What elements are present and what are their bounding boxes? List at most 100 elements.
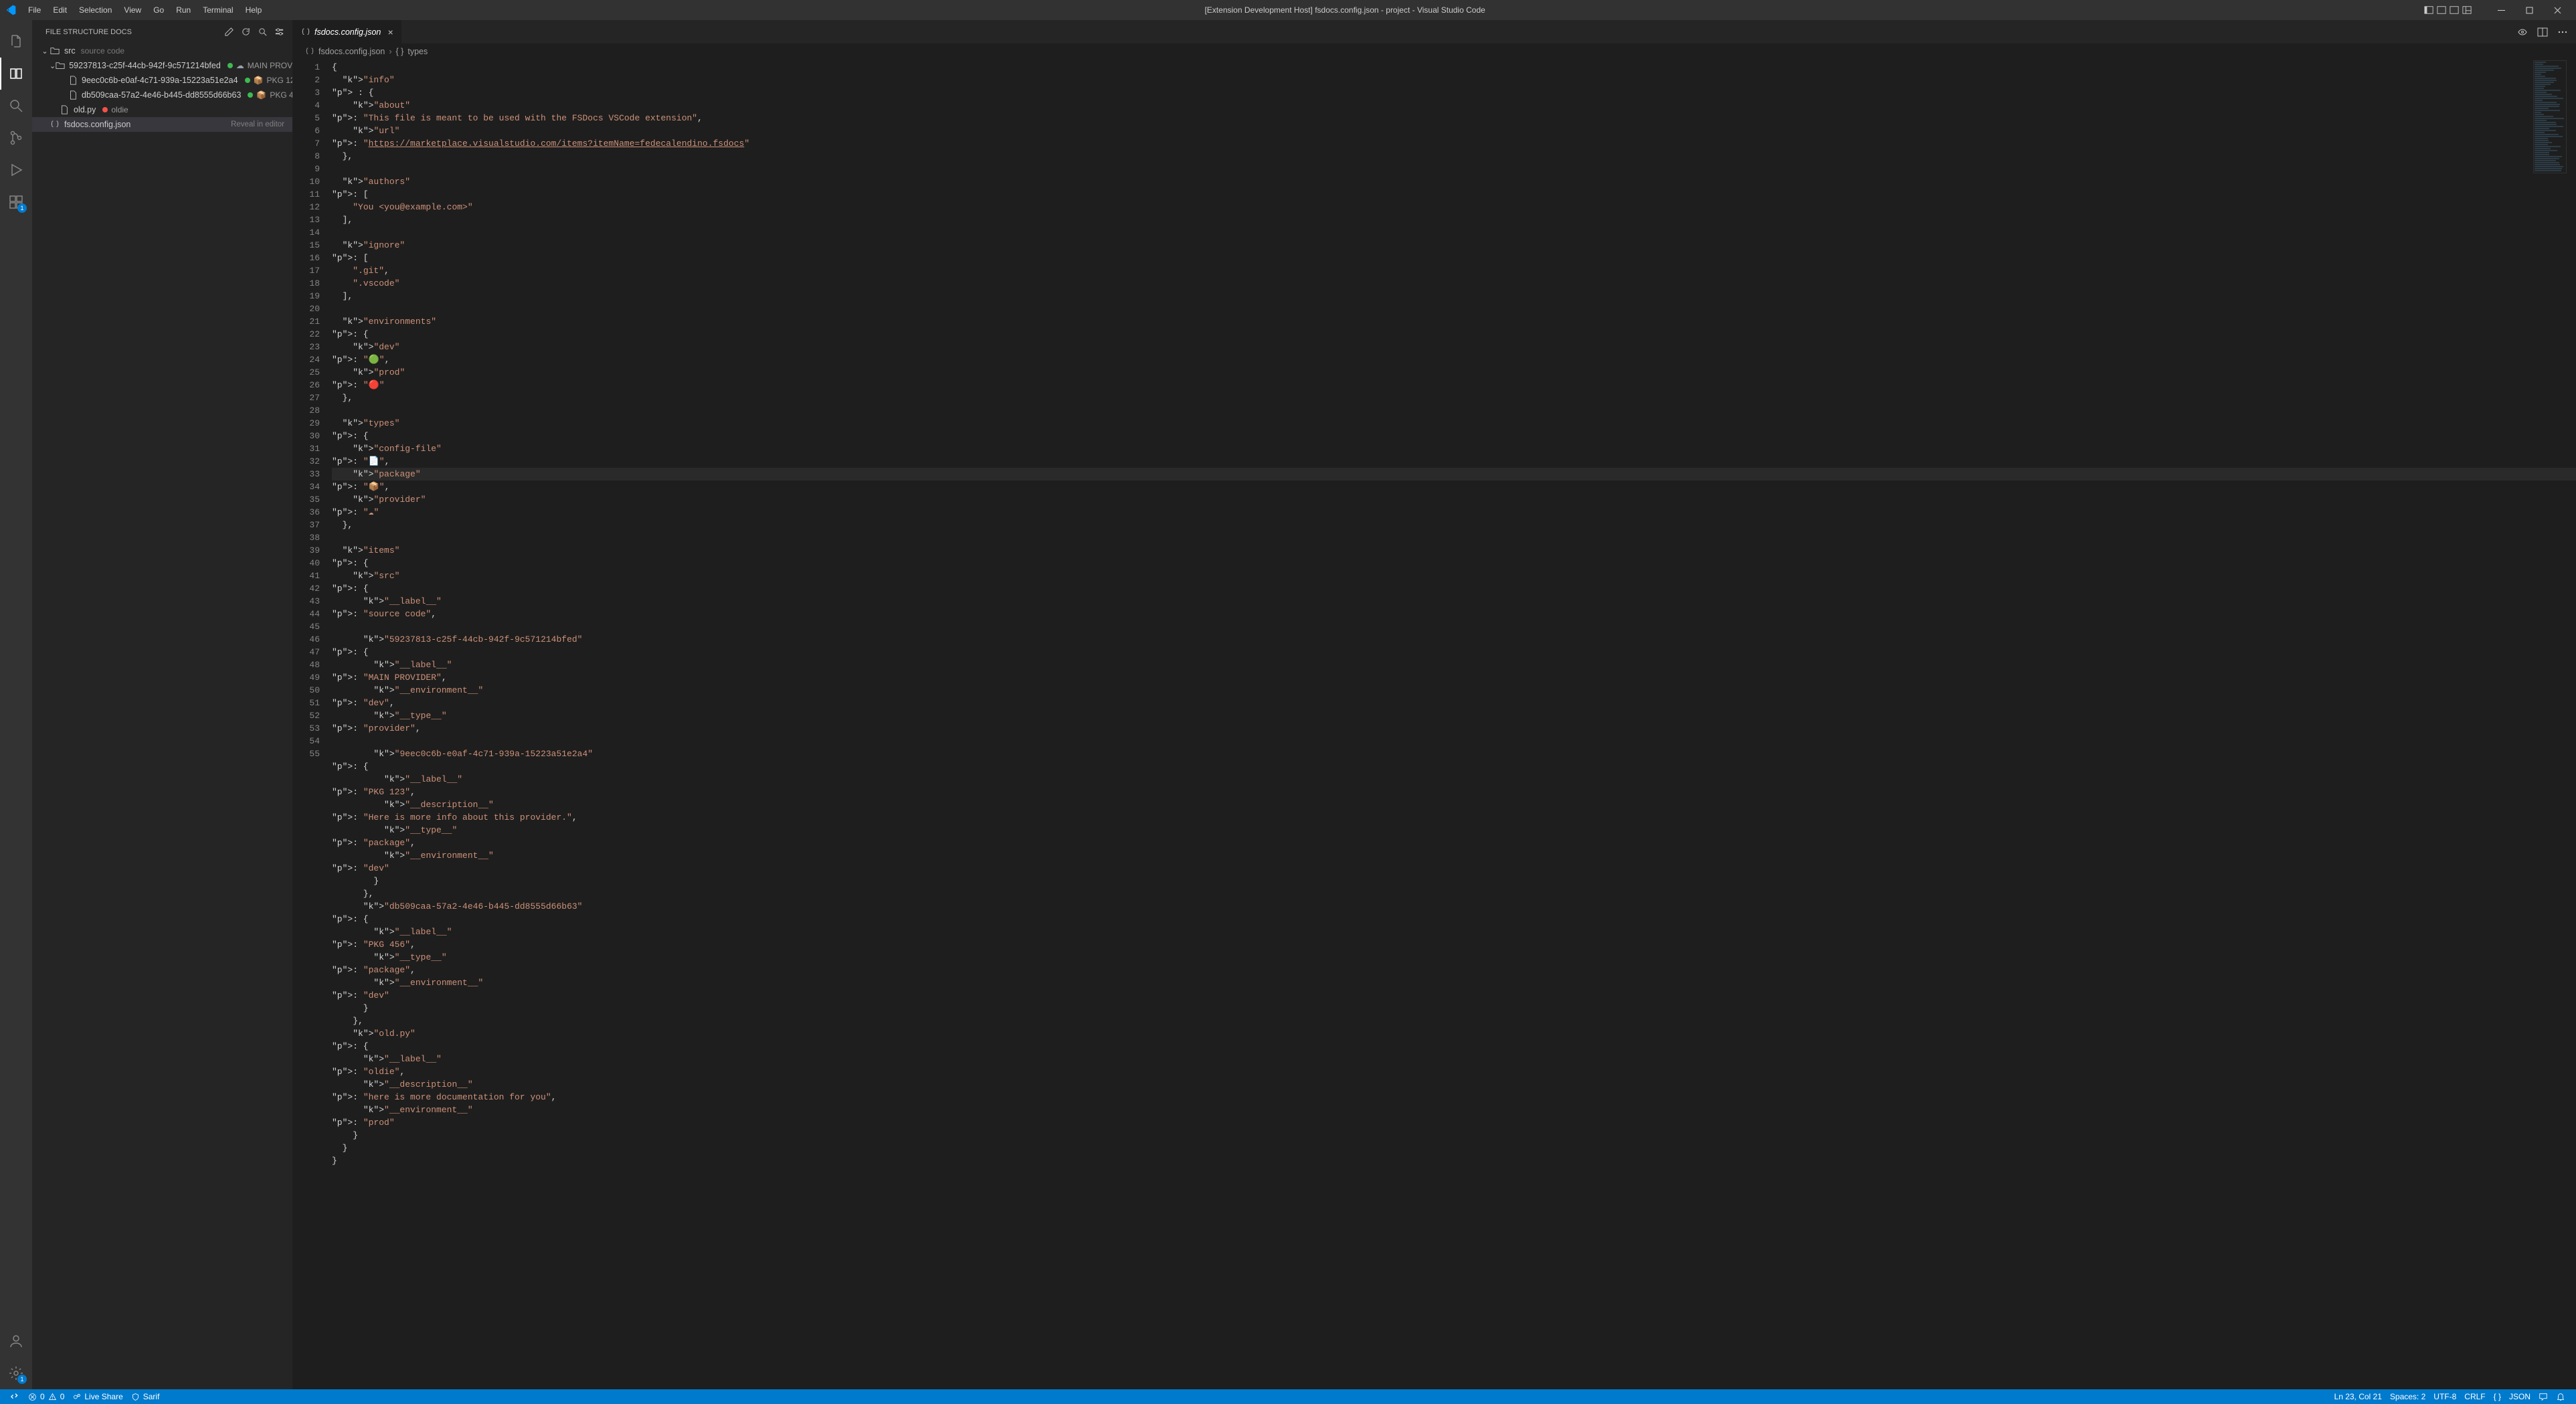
menu-edit[interactable]: Edit	[48, 3, 72, 17]
window-title: [Extension Development Host] fsdocs.conf…	[267, 5, 2423, 15]
status-eol[interactable]: CRLF	[2460, 1389, 2489, 1404]
tree-item-pkg456[interactable]: db509caa-57a2-4e46-b445-dd8555d66b63 📦 P…	[32, 88, 292, 102]
status-errors: 0	[40, 1392, 45, 1401]
tree-description: source code	[81, 46, 124, 56]
status-indent[interactable]: Spaces: 2	[2386, 1389, 2429, 1404]
status-language[interactable]: JSON	[2505, 1389, 2535, 1404]
tree-label: fsdocs.config.json	[64, 120, 130, 129]
line-gutter: 1234567891011121314151617181920212223242…	[293, 60, 332, 1389]
activity-manage[interactable]: 1	[0, 1357, 32, 1389]
tree-item-src[interactable]: ⌄ src source code	[32, 43, 292, 58]
env-dot-icon	[248, 92, 253, 98]
editor-area: fsdocs.config.json × fsdocs.config.json …	[293, 20, 2576, 1389]
tree-badge: 📦 PKG 456	[248, 90, 292, 100]
menu-go[interactable]: Go	[148, 3, 169, 17]
reveal-in-editor[interactable]: Reveal in editor	[231, 120, 284, 128]
badge-label: MAIN PROVIDER	[248, 61, 292, 70]
status-notifications-icon[interactable]	[2552, 1389, 2569, 1404]
activity-fsdocs[interactable]	[0, 58, 32, 90]
sidebar-settings-icon[interactable]	[274, 27, 284, 37]
toggle-panel-icon[interactable]	[2435, 4, 2448, 16]
status-problems[interactable]: 0 0	[24, 1389, 68, 1404]
menu-bar: File Edit Selection View Go Run Terminal…	[23, 3, 267, 17]
menu-file[interactable]: File	[23, 3, 46, 17]
file-icon	[68, 75, 78, 86]
tab-label: fsdocs.config.json	[314, 27, 381, 37]
file-tree: ⌄ src source code ⌄ 59237813-c25f-44cb-9…	[32, 43, 292, 1389]
file-icon	[59, 104, 70, 115]
env-dot-icon	[102, 107, 108, 112]
toggle-primary-sidebar-icon[interactable]	[2423, 4, 2435, 16]
more-icon[interactable]	[2557, 27, 2568, 37]
breadcrumb-file[interactable]: fsdocs.config.json	[318, 47, 385, 56]
activity-bar: 1 1	[0, 20, 32, 1389]
tree-label: old.py	[74, 105, 96, 114]
sidebar-refresh-icon[interactable]	[241, 27, 251, 37]
titlebar: File Edit Selection View Go Run Terminal…	[0, 0, 2576, 20]
sidebar-search-icon[interactable]	[258, 27, 268, 37]
status-cursor[interactable]: Ln 23, Col 21	[2330, 1389, 2386, 1404]
menu-view[interactable]: View	[118, 3, 147, 17]
tree-label: 59237813-c25f-44cb-942f-9c571214bfed	[69, 61, 221, 70]
env-dot-icon	[245, 78, 250, 83]
breadcrumb-path[interactable]: types	[407, 47, 428, 56]
status-warnings: 0	[60, 1392, 65, 1401]
type-icon: 📦	[254, 76, 264, 85]
sidebar-edit-icon[interactable]	[224, 27, 234, 37]
minimap[interactable]	[2533, 60, 2567, 194]
activity-run-debug[interactable]	[0, 154, 32, 186]
tree-label: db509caa-57a2-4e46-b445-dd8555d66b63	[82, 90, 241, 100]
toggle-secondary-sidebar-icon[interactable]	[2448, 4, 2460, 16]
breadcrumb[interactable]: fsdocs.config.json › { } types	[293, 43, 2576, 60]
close-icon[interactable]: ×	[387, 27, 393, 37]
menu-run[interactable]: Run	[171, 3, 196, 17]
layout-controls	[2423, 4, 2473, 16]
window-close[interactable]	[2544, 0, 2571, 20]
activity-accounts[interactable]	[0, 1325, 32, 1357]
braces-icon: { }	[396, 47, 404, 56]
vscode-logo-icon	[5, 5, 16, 15]
menu-selection[interactable]: Selection	[74, 3, 117, 17]
menu-terminal[interactable]: Terminal	[197, 3, 238, 17]
activity-explorer[interactable]	[0, 25, 32, 58]
status-feedback-icon[interactable]	[2535, 1389, 2552, 1404]
menu-help[interactable]: Help	[240, 3, 268, 17]
file-icon	[68, 90, 78, 100]
window-minimize[interactable]	[2488, 0, 2514, 20]
folder-icon	[50, 46, 60, 56]
status-live-share-label: Live Share	[84, 1392, 122, 1401]
window-maximize[interactable]	[2516, 0, 2543, 20]
json-icon	[305, 47, 314, 56]
status-live-share[interactable]: Live Share	[68, 1389, 126, 1404]
activity-source-control[interactable]	[0, 122, 32, 154]
activity-search[interactable]	[0, 90, 32, 122]
status-sarif[interactable]: Sarif	[127, 1389, 164, 1404]
code-editor[interactable]: { "k">"info""p"> : { "k">"about""p">: "T…	[332, 60, 2576, 1389]
activity-extensions[interactable]: 1	[0, 186, 32, 218]
tree-item-oldpy[interactable]: old.py oldie	[32, 102, 292, 117]
activity-manage-badge: 1	[17, 1375, 27, 1384]
tree-badge: ☁ MAIN PROVIDER	[227, 61, 292, 70]
split-editor-icon[interactable]	[2537, 27, 2548, 37]
tree-label: 9eec0c6b-e0af-4c71-939a-15223a51e2a4	[82, 76, 238, 85]
badge-label: oldie	[111, 105, 128, 114]
activity-extensions-badge: 1	[17, 203, 27, 213]
customize-layout-icon[interactable]	[2461, 4, 2473, 16]
editor-tabs: fsdocs.config.json ×	[293, 20, 2576, 43]
sidebar-title: FILE STRUCTURE DOCS	[45, 28, 132, 36]
chevron-right-icon: ›	[389, 47, 391, 56]
statusbar: 0 0 Live Share Sarif Ln 23, Col 21 Space…	[0, 1389, 2576, 1404]
tree-item-pkg123[interactable]: 9eec0c6b-e0af-4c71-939a-15223a51e2a4 📦 P…	[32, 73, 292, 88]
preview-icon[interactable]	[2517, 27, 2528, 37]
status-brackets[interactable]: { }	[2490, 1389, 2505, 1404]
status-sarif-label: Sarif	[143, 1392, 160, 1401]
badge-label: PKG 123	[266, 76, 292, 85]
status-encoding[interactable]: UTF-8	[2429, 1389, 2460, 1404]
status-remote[interactable]	[7, 1389, 24, 1404]
tree-item-config[interactable]: fsdocs.config.json Reveal in editor	[32, 117, 292, 132]
badge-label: PKG 456	[270, 90, 292, 100]
editor-tab[interactable]: fsdocs.config.json ×	[293, 20, 402, 43]
json-icon	[301, 27, 310, 37]
tree-badge: oldie	[102, 105, 128, 114]
tree-item-provider[interactable]: ⌄ 59237813-c25f-44cb-942f-9c571214bfed ☁…	[32, 58, 292, 73]
